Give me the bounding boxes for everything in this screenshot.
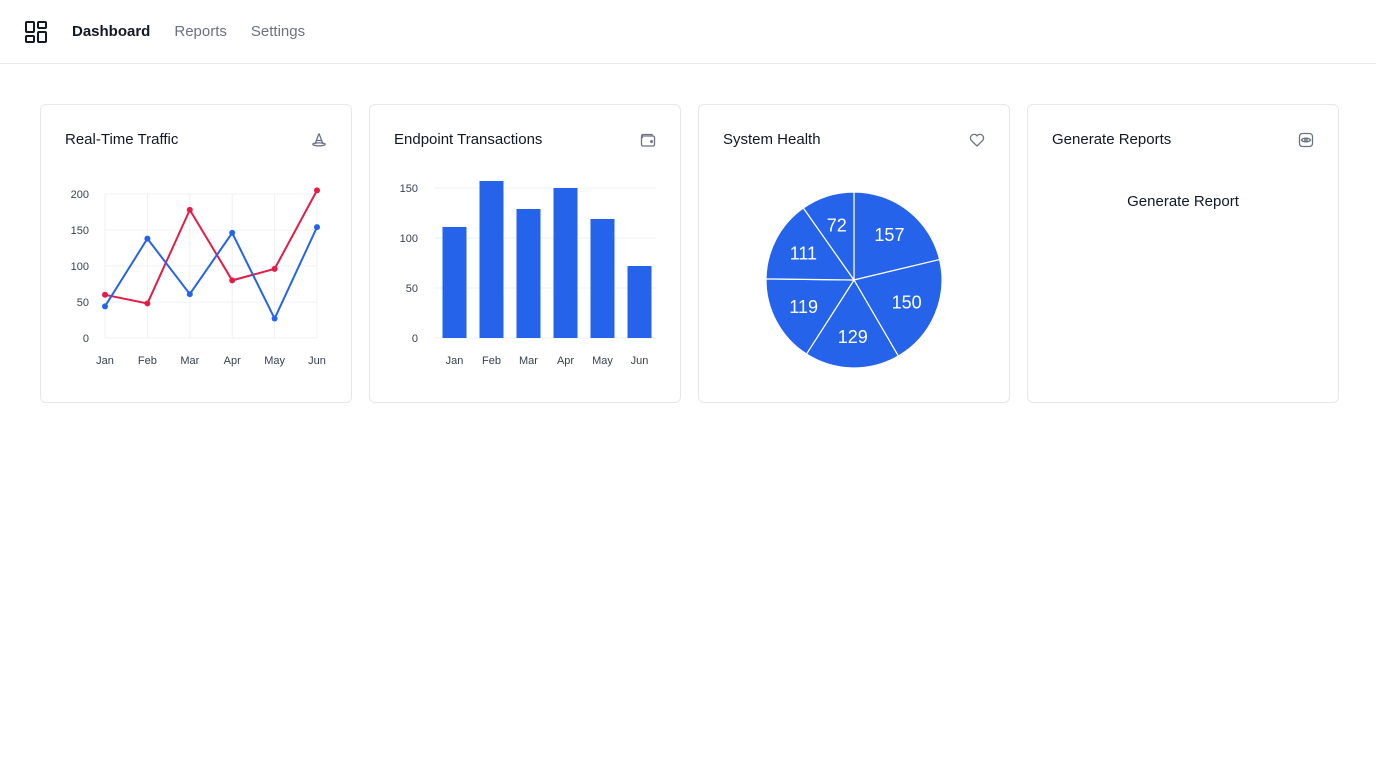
eye-icon <box>1298 132 1314 148</box>
y-tick-label: 150 <box>400 183 418 195</box>
y-tick-label: 0 <box>412 333 418 345</box>
y-tick-label: 50 <box>77 297 89 309</box>
series-line-0 <box>104 189 318 305</box>
bar <box>442 227 467 338</box>
x-tick-label: Jan <box>446 355 464 367</box>
x-tick-label: Feb <box>482 355 501 367</box>
x-tick-label: May <box>264 355 285 367</box>
pie-slice-label: 157 <box>874 225 904 245</box>
series-line-1 <box>104 226 318 321</box>
x-tick-label: Feb <box>138 355 157 367</box>
nav-dashboard[interactable]: Dashboard <box>72 23 150 40</box>
data-point <box>186 206 193 213</box>
x-tick-label: Jan <box>96 355 114 367</box>
bar <box>590 219 615 338</box>
dashboard-grid-icon[interactable] <box>25 20 47 43</box>
x-tick-label: Apr <box>224 355 241 367</box>
reports-card: Generate Reports Generate Report <box>1027 104 1339 403</box>
data-point <box>314 224 320 231</box>
traffic-card: Real-Time Traffic 0 50 100 150 200 Jan Feb Mar A… <box>40 104 352 403</box>
nav-reports[interactable]: Reports <box>174 23 227 40</box>
data-point <box>186 291 193 298</box>
x-tick-label: Mar <box>519 355 538 367</box>
y-tick-label: 100 <box>400 233 418 245</box>
y-tick-label: 150 <box>71 225 89 237</box>
data-point <box>102 303 108 310</box>
bar <box>516 209 541 338</box>
x-tick-label: Apr <box>557 355 574 367</box>
traffic-line-chart: 0 50 100 150 200 Jan Feb Mar Apr May Jun <box>71 187 326 367</box>
data-point <box>229 277 236 284</box>
data-point <box>229 229 236 236</box>
pie-slice-label: 150 <box>892 293 922 313</box>
y-tick-label: 200 <box>71 189 89 201</box>
main-nav: Dashboard Reports Settings <box>72 23 305 40</box>
pie-slice-label: 129 <box>838 327 868 347</box>
reports-card-title: Generate Reports <box>1052 131 1172 148</box>
bar <box>553 188 578 338</box>
data-point <box>314 187 320 194</box>
generate-report-button[interactable]: Generate Report <box>1028 193 1338 210</box>
data-point <box>271 315 278 322</box>
x-tick-label: Mar <box>180 355 199 367</box>
bar <box>627 266 652 338</box>
nav-settings[interactable]: Settings <box>251 23 305 40</box>
bar <box>479 181 504 338</box>
y-tick-label: 50 <box>406 283 418 295</box>
data-point <box>144 235 151 242</box>
transactions-card: Endpoint Transactions 0 50 100 150 Jan Feb Mar… <box>369 104 681 403</box>
y-tick-label: 100 <box>71 261 89 273</box>
x-tick-label: Jun <box>631 355 649 367</box>
y-tick-label: 0 <box>83 333 89 345</box>
data-point <box>271 265 278 272</box>
top-navbar: Dashboard Reports Settings <box>0 0 1376 64</box>
x-tick-label: Jun <box>308 355 326 367</box>
health-pie-chart: 157 150 129 119 111 72 <box>765 191 943 369</box>
health-card: System Health 157 150 129 119 111 72 <box>698 104 1010 403</box>
dashboard-cards: Real-Time Traffic 0 50 100 150 200 Jan Feb Mar A… <box>40 104 1339 403</box>
transactions-bar-chart: 0 50 100 150 Jan Feb Mar Apr May Jun <box>400 181 656 367</box>
x-tick-label: May <box>592 355 613 367</box>
pie-slice-label: 119 <box>789 297 818 317</box>
pie-slice-label: 111 <box>790 243 817 263</box>
data-point <box>102 291 108 298</box>
pie-slice-label: 72 <box>827 215 847 235</box>
data-point <box>144 300 151 307</box>
